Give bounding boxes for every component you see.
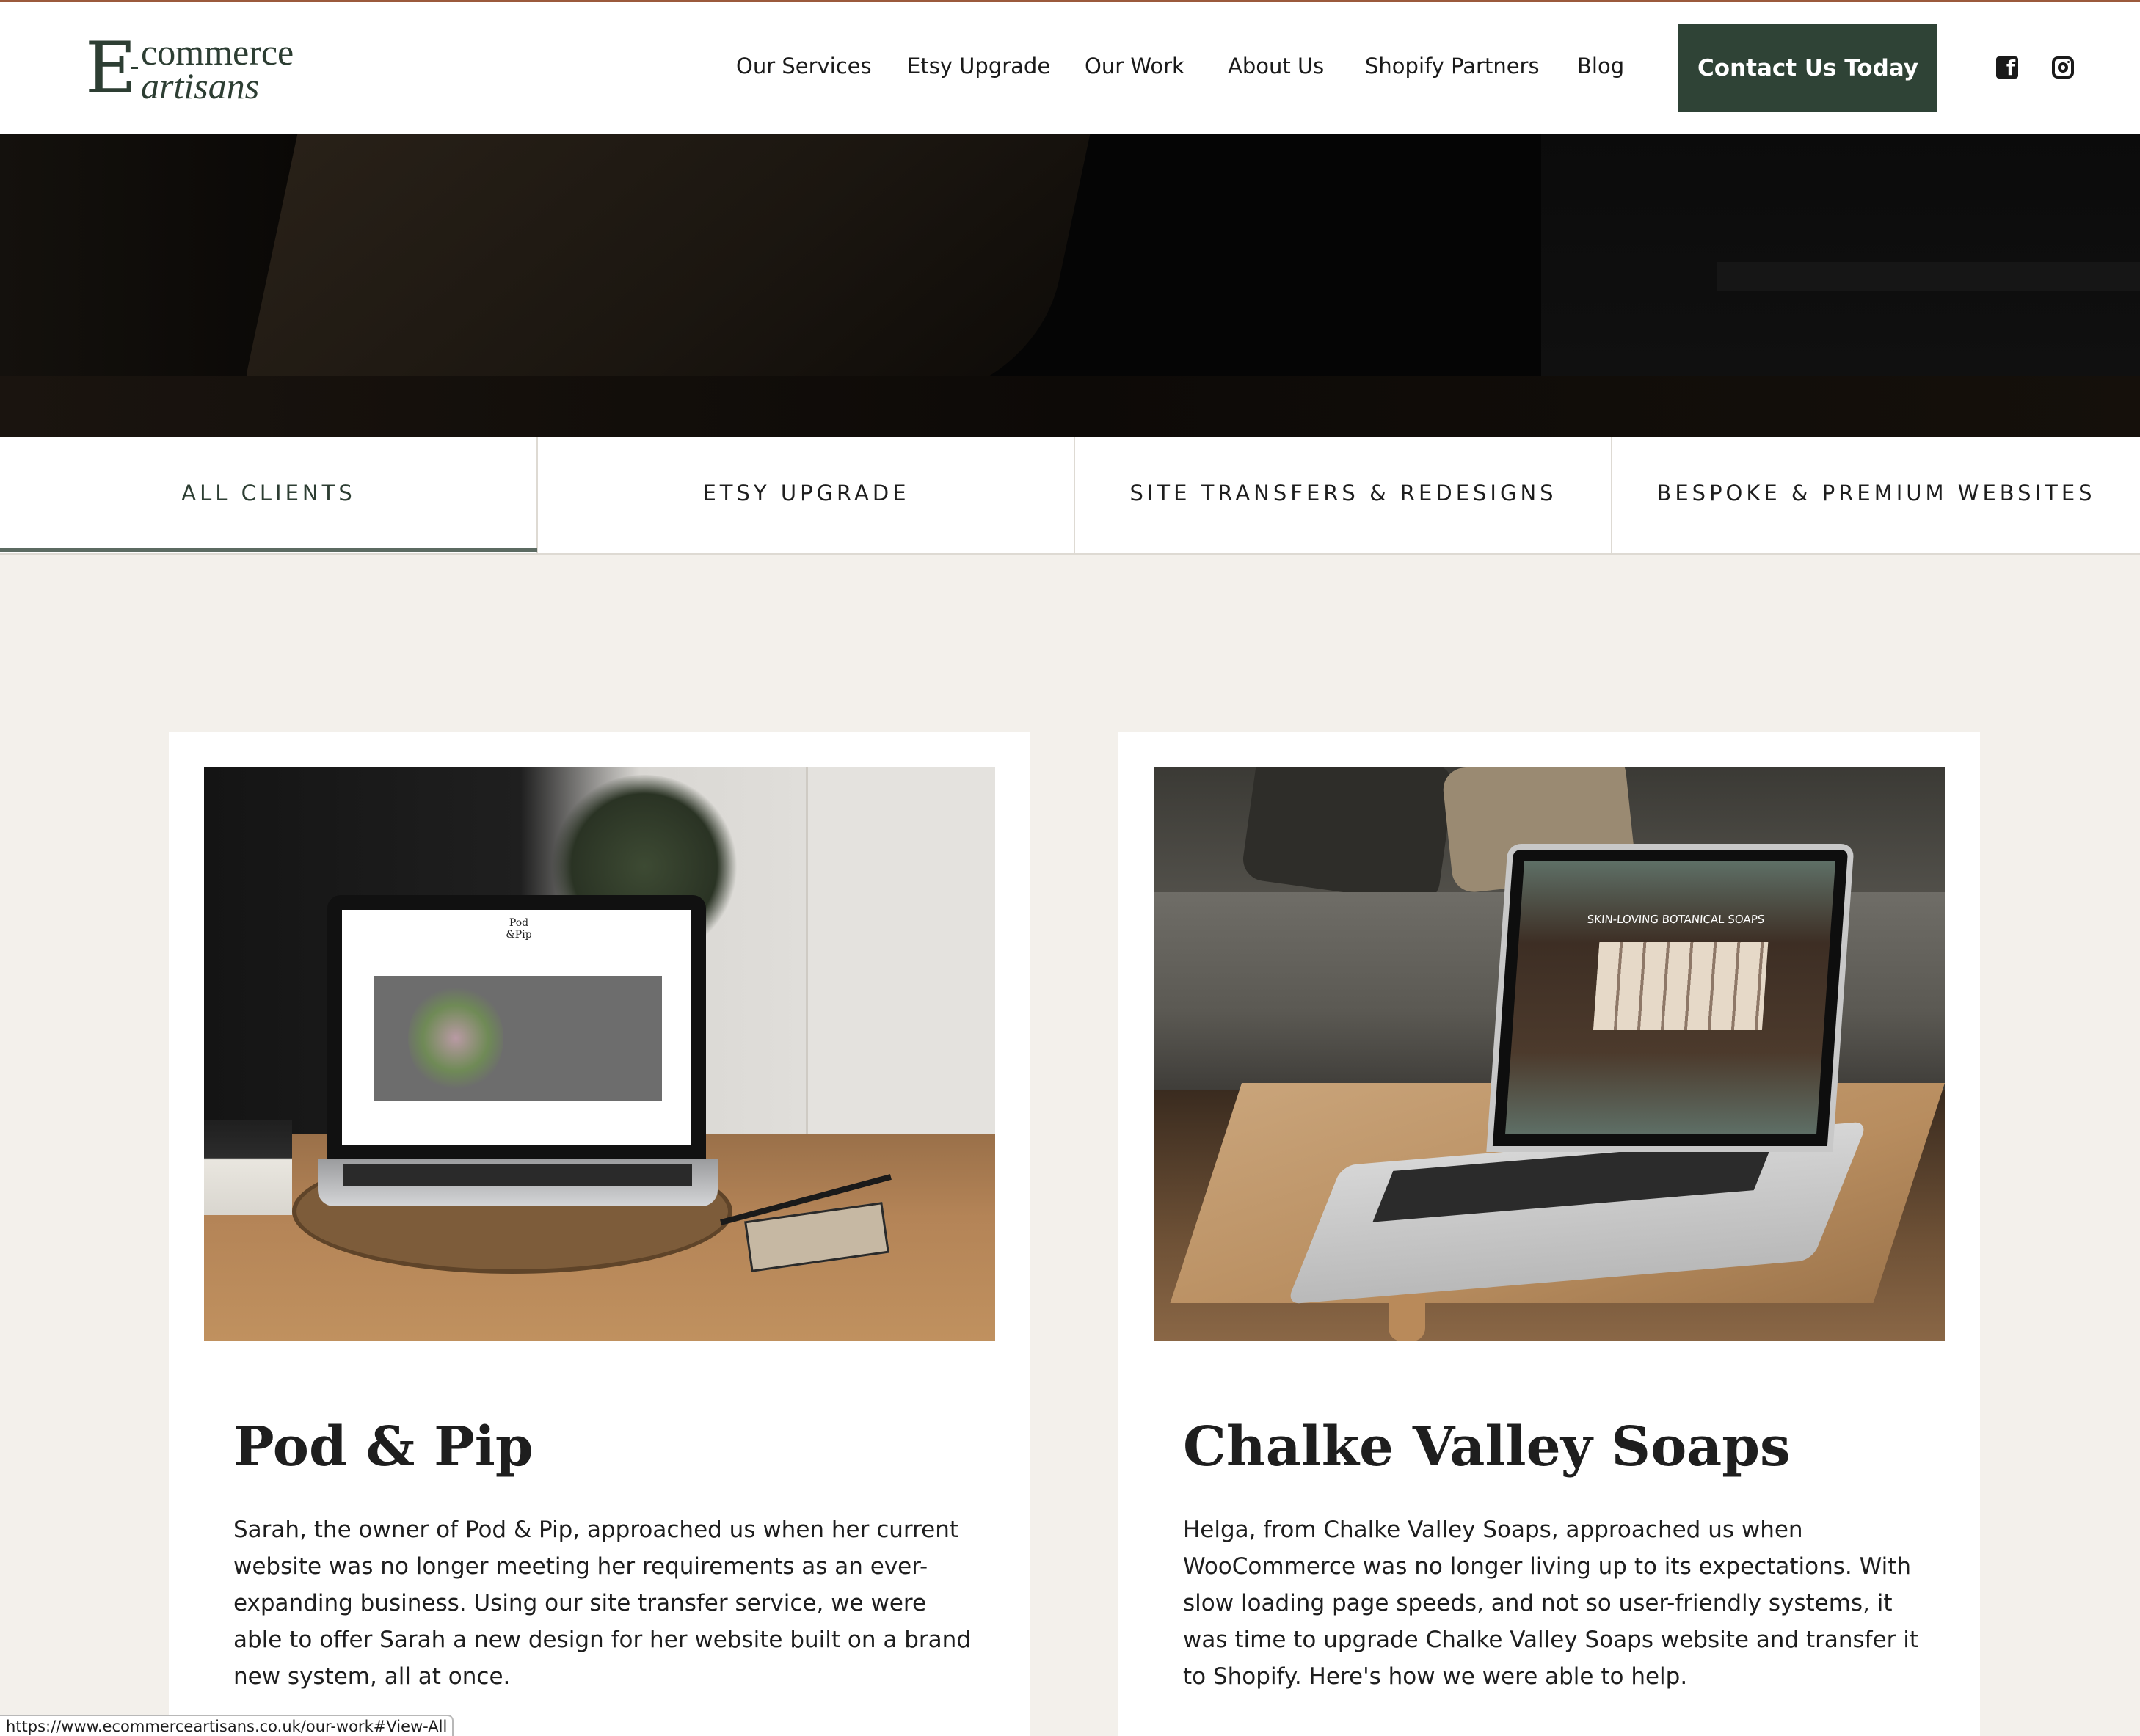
client-description: Helga, from Chalke Valley Soaps, approac… <box>1183 1517 1919 1690</box>
logo-letter: E <box>85 27 137 109</box>
screen-flowers <box>408 983 503 1093</box>
site-logo[interactable]: E commerce artisans <box>85 32 320 105</box>
client-title[interactable]: Chalke Valley Soaps <box>1183 1413 1791 1481</box>
client-card-pod-and-pip[interactable]: Pod &Pip Pod & Pip Sarah, the owner of P… <box>169 732 1030 1736</box>
laptop-screen: Pod &Pip <box>327 895 706 1159</box>
instagram-dot <box>2067 61 2070 63</box>
screen-site-logo: Pod &Pip <box>506 917 532 941</box>
screen-headline: SKIN-LOVING BOTANICAL SOAPS <box>1587 913 1765 926</box>
hero-banner-image <box>0 134 2140 437</box>
laptop-website: Pod &Pip <box>342 910 691 1145</box>
contact-us-button[interactable]: Contact Us Today <box>1678 24 1937 112</box>
scene-books <box>204 1120 292 1215</box>
active-tab-indicator <box>0 548 537 552</box>
logo-dash <box>131 67 138 69</box>
instagram-lens <box>2058 62 2068 73</box>
nav-blog[interactable]: Blog <box>1577 49 1624 83</box>
client-title[interactable]: Pod & Pip <box>233 1413 534 1481</box>
logo-word-bottom: artisans <box>141 65 260 106</box>
laptop-website: SKIN-LOVING BOTANICAL SOAPS <box>1504 861 1836 1134</box>
hero-floor <box>0 376 2140 437</box>
instagram-icon[interactable] <box>2052 56 2074 79</box>
tab-bespoke-premium-websites[interactable]: BESPOKE & PREMIUM WEBSITES <box>1612 437 2140 555</box>
nav-about-us[interactable]: About Us <box>1228 49 1324 83</box>
screen-soap-bars <box>1593 942 1769 1030</box>
facebook-glyph: f <box>2006 56 2015 80</box>
client-image-chalke-valley-soaps[interactable]: SKIN-LOVING BOTANICAL SOAPS <box>1154 767 1945 1341</box>
site-header: E commerce artisans Our Services Etsy Up… <box>0 0 2140 134</box>
client-image-pod-and-pip[interactable]: Pod &Pip <box>204 767 995 1341</box>
nav-shopify-partners[interactable]: Shopify Partners <box>1365 49 1540 83</box>
hero-chair-shape <box>241 134 1110 398</box>
hero-vent <box>1717 262 2140 291</box>
laptop-screen: SKIN-LOVING BOTANICAL SOAPS <box>1486 844 1855 1152</box>
tab-site-transfers-redesigns[interactable]: SITE TRANSFERS & REDESIGNS <box>1075 437 1612 555</box>
tab-all-clients[interactable]: ALL CLIENTS <box>0 437 537 555</box>
client-description: Sarah, the owner of Pod & Pip, approache… <box>233 1517 971 1690</box>
nav-etsy-upgrade[interactable]: Etsy Upgrade <box>907 49 1050 83</box>
nav-our-services[interactable]: Our Services <box>736 49 872 83</box>
filter-tabs: ALL CLIENTS ETSY UPGRADE SITE TRANSFERS … <box>0 437 2140 555</box>
nav-our-work[interactable]: Our Work <box>1085 49 1184 83</box>
laptop-keyboard <box>343 1164 692 1186</box>
tab-etsy-upgrade[interactable]: ETSY UPGRADE <box>538 437 1074 555</box>
facebook-icon[interactable]: f <box>1996 56 2018 79</box>
browser-status-url: https://www.ecommerceartisans.co.uk/our-… <box>0 1715 454 1736</box>
scene-door <box>806 767 995 1134</box>
hero-wall-panel <box>1541 134 2140 376</box>
client-card-chalke-valley-soaps[interactable]: SKIN-LOVING BOTANICAL SOAPS Chalke Valle… <box>1118 732 1980 1736</box>
